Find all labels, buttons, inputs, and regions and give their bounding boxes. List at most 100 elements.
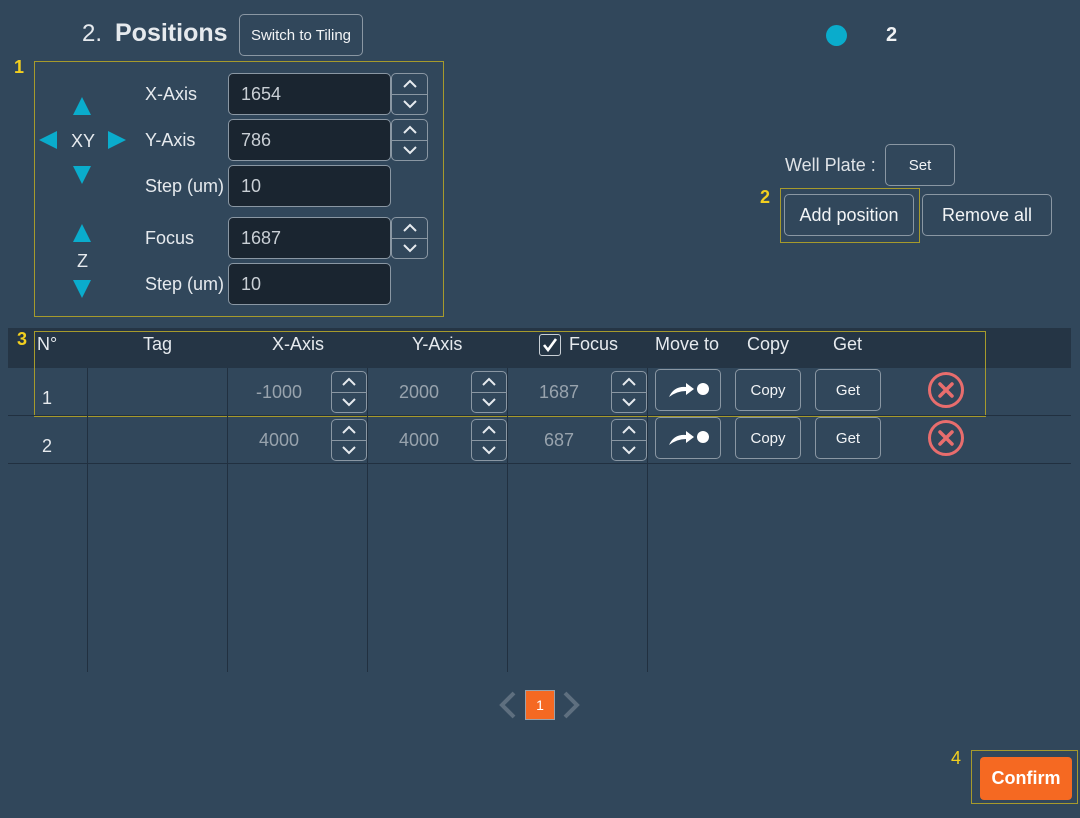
y-axis-increment-button[interactable] — [392, 120, 427, 140]
row-focus-stepper[interactable] — [611, 419, 647, 461]
row-number: 2 — [42, 436, 53, 456]
x-axis-stepper[interactable] — [391, 73, 428, 115]
y-axis-stepper[interactable] — [391, 119, 428, 161]
well-plate-set-button[interactable]: Set — [885, 144, 955, 186]
focus-checkbox[interactable] — [539, 334, 561, 356]
x-axis-label: X-Axis — [145, 84, 198, 104]
row-focus-decrement-button[interactable] — [612, 439, 646, 461]
row-y-value[interactable]: 4000 — [379, 430, 459, 451]
row-focus-stepper[interactable] — [611, 371, 647, 413]
remove-all-button[interactable]: Remove all — [922, 194, 1052, 236]
row-x-stepper[interactable] — [331, 371, 367, 413]
column-divider — [507, 368, 508, 672]
x-axis-decrement-button[interactable] — [392, 93, 427, 115]
switch-to-tiling-button[interactable]: Switch to Tiling — [239, 14, 363, 56]
column-header-number: N° — [37, 334, 58, 354]
row-focus-value[interactable]: 1687 — [519, 382, 599, 403]
add-position-button[interactable]: Add position — [784, 194, 914, 236]
column-header-y-axis: Y-Axis — [412, 334, 463, 354]
xy-step-label: Step (um) — [145, 176, 225, 196]
focus-input[interactable] — [228, 217, 391, 259]
get-button[interactable]: Get — [815, 369, 881, 411]
delete-row-icon[interactable] — [927, 371, 965, 409]
chevron-up-icon — [482, 377, 496, 386]
y-axis-decrement-button[interactable] — [392, 139, 427, 161]
row-x-decrement-button[interactable] — [332, 439, 366, 461]
status-dot-icon — [826, 25, 847, 46]
z-down-arrow-icon[interactable] — [73, 280, 91, 298]
row-x-decrement-button[interactable] — [332, 391, 366, 413]
row-x-stepper[interactable] — [331, 419, 367, 461]
column-divider — [227, 368, 228, 672]
move-down-arrow-icon[interactable] — [73, 166, 91, 184]
z-up-arrow-icon[interactable] — [73, 224, 91, 242]
x-axis-input[interactable] — [228, 73, 391, 115]
delete-row-icon[interactable] — [927, 419, 965, 457]
chevron-down-icon — [402, 244, 417, 253]
column-header-get: Get — [833, 334, 863, 354]
column-header-x-axis: X-Axis — [272, 334, 325, 354]
confirm-button[interactable]: Confirm — [980, 757, 1072, 800]
row-x-value[interactable]: 4000 — [239, 430, 319, 451]
row-focus-decrement-button[interactable] — [612, 391, 646, 413]
focus-label: Focus — [145, 228, 195, 248]
column-divider — [647, 368, 648, 672]
chevron-up-icon — [342, 377, 356, 386]
row-number: 1 — [42, 388, 53, 408]
row-y-decrement-button[interactable] — [472, 439, 506, 461]
chevron-up-icon — [342, 425, 356, 434]
focus-stepper[interactable] — [391, 217, 428, 259]
row-x-increment-button[interactable] — [332, 372, 366, 392]
row-x-value[interactable]: -1000 — [239, 382, 319, 403]
y-axis-input[interactable] — [228, 119, 391, 161]
row-focus-value[interactable]: 687 — [519, 430, 599, 451]
move-to-arrow-icon — [669, 383, 709, 397]
row-focus-increment-button[interactable] — [612, 372, 646, 392]
move-to-button[interactable] — [655, 417, 721, 459]
row-y-increment-button[interactable] — [472, 420, 506, 440]
copy-button[interactable]: Copy — [735, 369, 801, 411]
chevron-down-icon — [402, 100, 417, 109]
annotation-number-3: 3 — [17, 329, 28, 349]
row-focus-increment-button[interactable] — [612, 420, 646, 440]
annotation-number-2: 2 — [760, 187, 771, 207]
get-button[interactable]: Get — [815, 417, 881, 459]
annotation-number-1: 1 — [14, 57, 25, 77]
z-step-input[interactable] — [228, 263, 391, 305]
chevron-up-icon — [402, 79, 417, 88]
row-y-decrement-button[interactable] — [472, 391, 506, 413]
move-right-arrow-icon[interactable] — [108, 131, 126, 149]
row-y-stepper[interactable] — [471, 419, 507, 461]
row-y-stepper[interactable] — [471, 371, 507, 413]
row-divider — [8, 463, 1071, 464]
focus-increment-button[interactable] — [392, 218, 427, 238]
z-step-label: Step (um) — [145, 274, 225, 294]
xy-label: XY — [71, 131, 96, 151]
row-y-value[interactable]: 2000 — [379, 382, 459, 403]
row-divider — [8, 415, 1071, 416]
chevron-down-icon — [342, 446, 356, 455]
row-x-increment-button[interactable] — [332, 420, 366, 440]
chevron-down-icon — [482, 446, 496, 455]
y-axis-label: Y-Axis — [145, 130, 196, 150]
chevron-up-icon — [622, 425, 636, 434]
annotation-number-4: 4 — [951, 748, 962, 768]
page-button-current[interactable]: 1 — [525, 690, 555, 720]
column-header-copy: Copy — [747, 334, 790, 354]
column-divider — [87, 368, 88, 672]
chevron-down-icon — [482, 398, 496, 407]
move-to-button[interactable] — [655, 369, 721, 411]
chevron-up-icon — [482, 425, 496, 434]
copy-button[interactable]: Copy — [735, 417, 801, 459]
move-up-arrow-icon[interactable] — [73, 97, 91, 115]
x-axis-increment-button[interactable] — [392, 74, 427, 94]
xy-step-input[interactable] — [228, 165, 391, 207]
focus-decrement-button[interactable] — [392, 237, 427, 259]
chevron-up-icon — [622, 377, 636, 386]
column-divider — [367, 368, 368, 672]
row-y-increment-button[interactable] — [472, 372, 506, 392]
column-header-move-to: Move to — [655, 334, 720, 354]
next-page-icon[interactable] — [561, 690, 581, 720]
previous-page-icon[interactable] — [498, 690, 518, 720]
move-left-arrow-icon[interactable] — [39, 131, 57, 149]
